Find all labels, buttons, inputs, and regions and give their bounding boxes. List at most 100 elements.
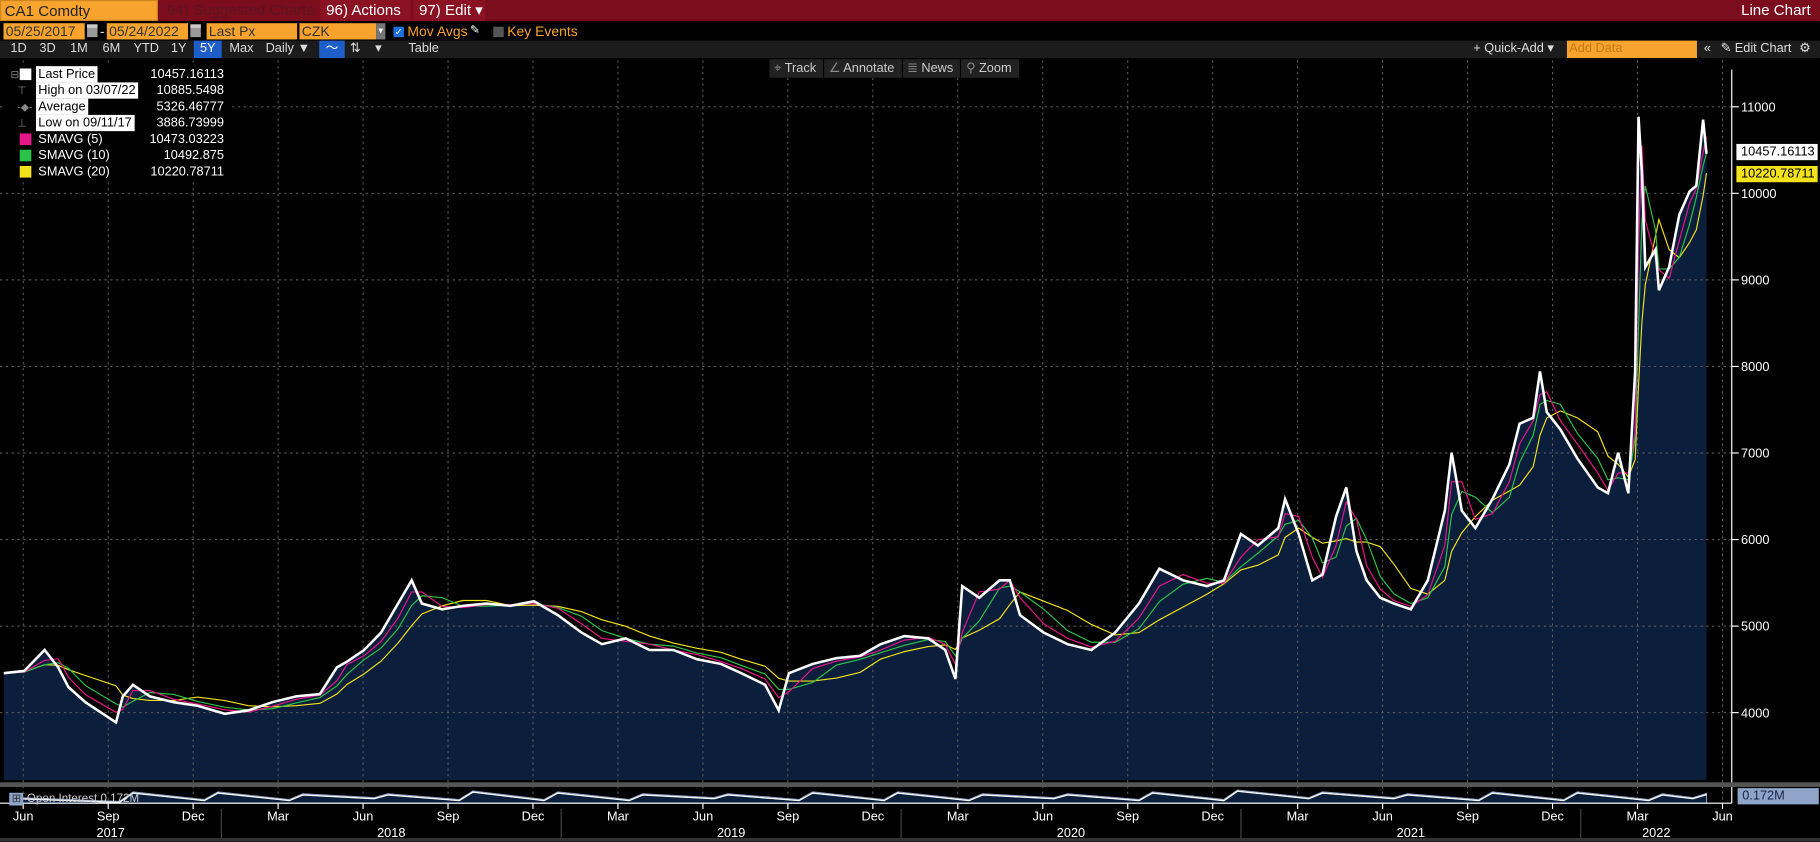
price-chart: 4000 5000 6000 7000 8000 9000 10000 11000 Jun Sep… bbox=[0, 60, 1820, 842]
mov-avgs-checkbox[interactable]: ✓ bbox=[393, 26, 404, 38]
last-price-line bbox=[3, 116, 1708, 725]
legend-low: ⊥ Low on 09/11/17 3886.73999 bbox=[3, 114, 228, 132]
x-tick-label: Dec bbox=[1201, 809, 1224, 824]
edit-menu[interactable]: 97) Edit ▾ bbox=[413, 0, 486, 21]
gear-icon[interactable]: ⚙ bbox=[1797, 41, 1813, 58]
track-tool[interactable]: ⌖ Track bbox=[770, 59, 825, 78]
last-price-tag: 10457.16113 bbox=[1736, 143, 1819, 161]
legend-smavg5[interactable]: SMAVG (5) 10473.03223 bbox=[3, 131, 228, 147]
legend-high: ⊤ High on 03/07/22 10885.5498 bbox=[3, 82, 228, 99]
track-label: Track bbox=[784, 61, 817, 76]
x-tick-label: Sep bbox=[1456, 809, 1479, 824]
zoom-label: Zoom bbox=[978, 61, 1012, 76]
key-events-checkbox[interactable] bbox=[493, 26, 504, 38]
actions-menu[interactable]: 96) Actions ▾ bbox=[320, 0, 411, 39]
x-tick-label: Mar bbox=[1627, 809, 1650, 824]
news-tool[interactable]: ≣ News bbox=[902, 59, 962, 78]
quick-add-button[interactable]: + Quick-Add ▾ bbox=[1469, 41, 1557, 58]
legend-name: High on 03/07/22 bbox=[35, 82, 138, 99]
moving-average-line bbox=[3, 172, 1708, 708]
frequency-dropdown[interactable]: Daily ▼ bbox=[261, 41, 314, 58]
line-chart-icon[interactable]: 〜 bbox=[319, 40, 345, 59]
table-button[interactable]: Table bbox=[395, 41, 453, 58]
y-tick-label: 8000 bbox=[1741, 359, 1769, 374]
magnifier-icon: ⚲ bbox=[966, 61, 979, 76]
x-tick-label: Mar bbox=[1287, 809, 1310, 824]
legend-smavg10[interactable]: SMAVG (10) 10492.875 bbox=[3, 147, 228, 163]
period-max[interactable]: Max bbox=[224, 41, 259, 58]
collapse-icon[interactable]: ⊟ bbox=[10, 66, 19, 82]
x-tick-label: Sep bbox=[777, 809, 800, 824]
controls-row: 05/25/2017 - 05/24/2022 Last Px CZK ▾ ✓ … bbox=[0, 22, 1820, 41]
period-5y[interactable]: 5Y bbox=[193, 40, 222, 59]
x-tick-label: Jun bbox=[1712, 809, 1733, 824]
bar-chart-icon[interactable]: ⇅ bbox=[346, 41, 365, 58]
panel-separator bbox=[0, 782, 1820, 787]
annotate-label: Annotate bbox=[843, 61, 895, 76]
mov-avgs-label[interactable]: Mov Avgs bbox=[407, 23, 467, 39]
chart-legend: ⊟ Last Price 10457.16113 ⊤ High on 03/07/22… bbox=[3, 66, 229, 180]
period-ytd[interactable]: YTD bbox=[129, 41, 164, 58]
year-label: 2022 bbox=[1642, 825, 1670, 840]
moving-average-line bbox=[3, 152, 1708, 711]
chevron-down-icon[interactable]: ▾ bbox=[371, 41, 385, 58]
legend-name: Last Price bbox=[35, 66, 98, 83]
chevron-down-icon[interactable]: ▾ bbox=[376, 23, 386, 40]
period-6m[interactable]: 6M bbox=[96, 41, 126, 58]
key-events-label[interactable]: Key Events bbox=[507, 23, 577, 39]
add-data-input[interactable]: Add Data bbox=[1566, 40, 1697, 59]
x-tick-label: Dec bbox=[862, 809, 885, 824]
legend-swatch bbox=[19, 133, 32, 146]
x-tick-label: Dec bbox=[522, 809, 545, 824]
open-interest-label: ⊞ Open Interest 0.172M bbox=[9, 792, 140, 806]
x-tick-label: Mar bbox=[267, 809, 290, 824]
y-tick-label: 5000 bbox=[1741, 619, 1769, 634]
moving-average-line bbox=[3, 136, 1708, 713]
start-date-field[interactable]: 05/25/2017 bbox=[3, 23, 85, 40]
edit-chart-button[interactable]: Edit Chart bbox=[1733, 41, 1793, 58]
legend-value: 10473.03223 bbox=[149, 132, 225, 147]
x-tick-label: Dec bbox=[1541, 809, 1564, 824]
currency-selector[interactable]: CZK bbox=[299, 23, 377, 40]
ticker-field[interactable]: CA1 Comdty bbox=[0, 0, 158, 21]
period-1d[interactable]: 1D bbox=[5, 41, 33, 58]
year-label: 2019 bbox=[717, 825, 745, 840]
period-toolbar: 1D 3D 1M 6M YTD 1Y 5Y Max Daily ▼ 〜 ⇅ ▾ … bbox=[0, 40, 1820, 59]
year-label: 2017 bbox=[96, 825, 124, 840]
period-1y[interactable]: 1Y bbox=[166, 41, 192, 58]
legend-name: Average bbox=[35, 98, 88, 115]
legend-last-price[interactable]: ⊟ Last Price 10457.16113 bbox=[3, 66, 228, 83]
x-tick-label: Mar bbox=[947, 809, 970, 824]
year-label: 2018 bbox=[377, 825, 405, 840]
y-tick-label: 7000 bbox=[1741, 446, 1769, 461]
legend-smavg20[interactable]: SMAVG (20) 10220.78711 bbox=[3, 164, 228, 180]
legend-swatch bbox=[19, 68, 32, 81]
collapse-icon[interactable]: « bbox=[1700, 41, 1714, 58]
legend-name: SMAVG (10) bbox=[38, 148, 110, 163]
date-separator: - bbox=[99, 23, 105, 40]
x-tick-label: Jun bbox=[353, 809, 374, 824]
x-tick-label: Dec bbox=[182, 809, 205, 824]
legend-swatch bbox=[19, 149, 32, 162]
period-3d[interactable]: 3D bbox=[34, 41, 62, 58]
annotate-tool[interactable]: ∠ Annotate bbox=[824, 59, 903, 78]
end-date-field[interactable]: 05/24/2022 bbox=[106, 23, 189, 40]
price-area bbox=[3, 116, 1707, 780]
bottom-bar bbox=[0, 838, 1820, 842]
expand-icon[interactable]: ⊞ bbox=[9, 792, 24, 806]
y-tick-label: 4000 bbox=[1741, 705, 1769, 720]
legend-value: 3886.73999 bbox=[156, 116, 225, 130]
open-interest-text: Open Interest 0.172M bbox=[26, 792, 140, 806]
field-selector[interactable]: Last Px bbox=[206, 23, 298, 40]
news-label: News bbox=[921, 61, 954, 76]
pencil-icon[interactable]: ✎ bbox=[470, 24, 480, 37]
calendar-icon[interactable] bbox=[87, 24, 98, 38]
bloomberg-chart-window: 4000 5000 6000 7000 8000 9000 10000 11000 Jun Sep… bbox=[0, 0, 1820, 842]
pencil-icon[interactable]: ✎ bbox=[1720, 41, 1732, 58]
calendar-icon[interactable] bbox=[190, 24, 201, 38]
legend-average: -◆- Average 5326.46777 bbox=[3, 98, 228, 115]
open-interest-area bbox=[16, 789, 1707, 804]
annotate-icon: ∠ bbox=[828, 61, 844, 76]
period-1m[interactable]: 1M bbox=[64, 41, 94, 58]
zoom-tool[interactable]: ⚲ Zoom bbox=[961, 59, 1020, 78]
